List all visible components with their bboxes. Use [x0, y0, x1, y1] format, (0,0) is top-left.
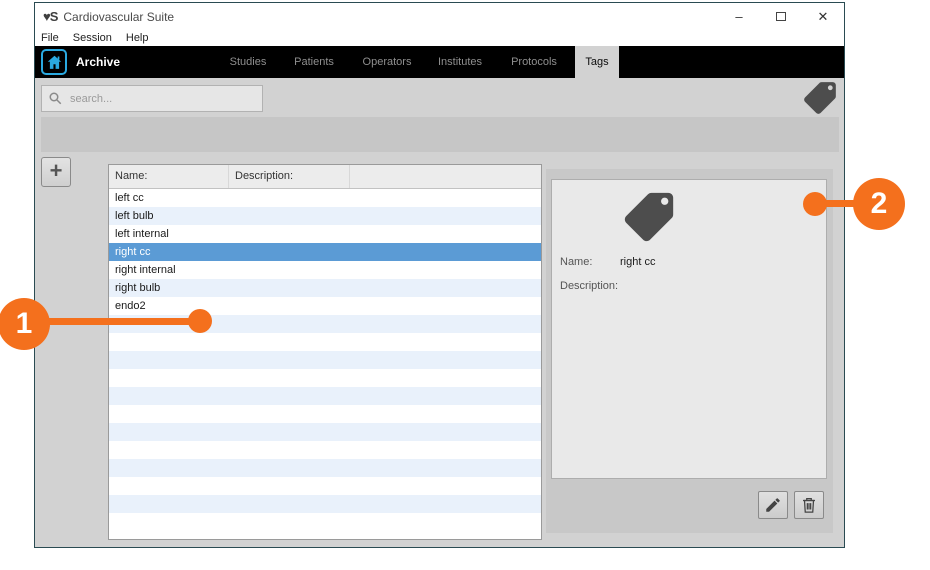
edit-tag-button[interactable] [758, 491, 788, 519]
screenshot-stage: ♥S Cardiovascular Suite – ✕ File Session… [0, 0, 930, 570]
table-row-empty[interactable] [109, 351, 541, 369]
tab-institutes[interactable]: Institutes [428, 46, 492, 78]
menu-file[interactable]: File [41, 32, 59, 44]
minimize-button[interactable]: – [718, 3, 760, 30]
window-title: Cardiovascular Suite [63, 10, 174, 24]
tab-tags[interactable]: Tags [575, 46, 619, 78]
tag-detail-panel: Name: right cc Description: [551, 179, 827, 479]
annotation-2-dot [803, 192, 827, 216]
pencil-icon [764, 496, 782, 514]
search-input[interactable] [70, 93, 240, 105]
table-row-selected[interactable]: right cc [109, 243, 541, 261]
tags-section-icon [801, 79, 839, 117]
tab-protocols[interactable]: Protocols [502, 46, 566, 78]
column-header-name[interactable]: Name: [109, 165, 229, 188]
table-row-empty[interactable] [109, 441, 541, 459]
maximize-button[interactable] [760, 3, 802, 30]
column-header-description[interactable]: Description: [229, 165, 350, 188]
table-row-empty[interactable] [109, 495, 541, 513]
column-header-empty [350, 165, 541, 188]
add-tag-button[interactable]: + [41, 157, 71, 187]
tab-patients[interactable]: Patients [282, 46, 346, 78]
menu-bar: File Session Help [35, 30, 844, 46]
table-row[interactable]: left internal [109, 225, 541, 243]
app-window: ♥S Cardiovascular Suite – ✕ File Session… [34, 2, 845, 548]
annotation-1-dot [188, 309, 212, 333]
tab-studies[interactable]: Studies [216, 46, 280, 78]
table-row-empty[interactable] [109, 333, 541, 351]
annotation-2-marker: 2 [853, 178, 905, 230]
tag-detail-section: Name: right cc Description: [546, 169, 833, 533]
nav-bar: Archive Studies Patients Operators Insti… [35, 46, 844, 78]
table-row-empty[interactable] [109, 387, 541, 405]
table-row[interactable]: left bulb [109, 207, 541, 225]
tab-operators[interactable]: Operators [355, 46, 419, 78]
search-box[interactable] [41, 85, 263, 112]
table-row-empty[interactable] [109, 459, 541, 477]
table-row-empty[interactable] [109, 369, 541, 387]
tag-icon [620, 188, 678, 246]
table-row[interactable]: endo2 [109, 297, 541, 315]
table-row-empty[interactable] [109, 513, 541, 531]
table-body: left cc left bulb left internal right cc… [109, 189, 541, 539]
delete-tag-button[interactable] [794, 491, 824, 519]
table-header: Name: Description: [109, 165, 541, 189]
maximize-icon [776, 12, 786, 21]
tags-table: Name: Description: left cc left bulb lef… [108, 164, 542, 540]
home-icon [46, 54, 63, 71]
annotation-1-line [24, 318, 200, 325]
nav-section-title: Archive [76, 55, 120, 69]
close-button[interactable]: ✕ [802, 3, 844, 30]
filter-bar [41, 117, 839, 152]
menu-session[interactable]: Session [73, 32, 112, 44]
title-bar: ♥S Cardiovascular Suite – ✕ [35, 3, 844, 30]
detail-name-label: Name: [560, 256, 592, 268]
detail-name-value: right cc [620, 256, 655, 268]
search-row [35, 78, 844, 119]
table-row-empty[interactable] [109, 423, 541, 441]
table-row[interactable]: right internal [109, 261, 541, 279]
table-row[interactable]: left cc [109, 189, 541, 207]
trash-icon [800, 496, 818, 514]
annotation-1-marker: 1 [0, 298, 50, 350]
window-controls: – ✕ [718, 3, 844, 30]
table-row[interactable]: right bulb [109, 279, 541, 297]
menu-help[interactable]: Help [126, 32, 149, 44]
table-row-empty[interactable] [109, 405, 541, 423]
search-icon [48, 91, 63, 106]
detail-description-label: Description: [560, 280, 618, 292]
app-logo-icon: ♥S [43, 9, 57, 24]
home-button[interactable] [41, 49, 67, 75]
table-row-empty[interactable] [109, 477, 541, 495]
